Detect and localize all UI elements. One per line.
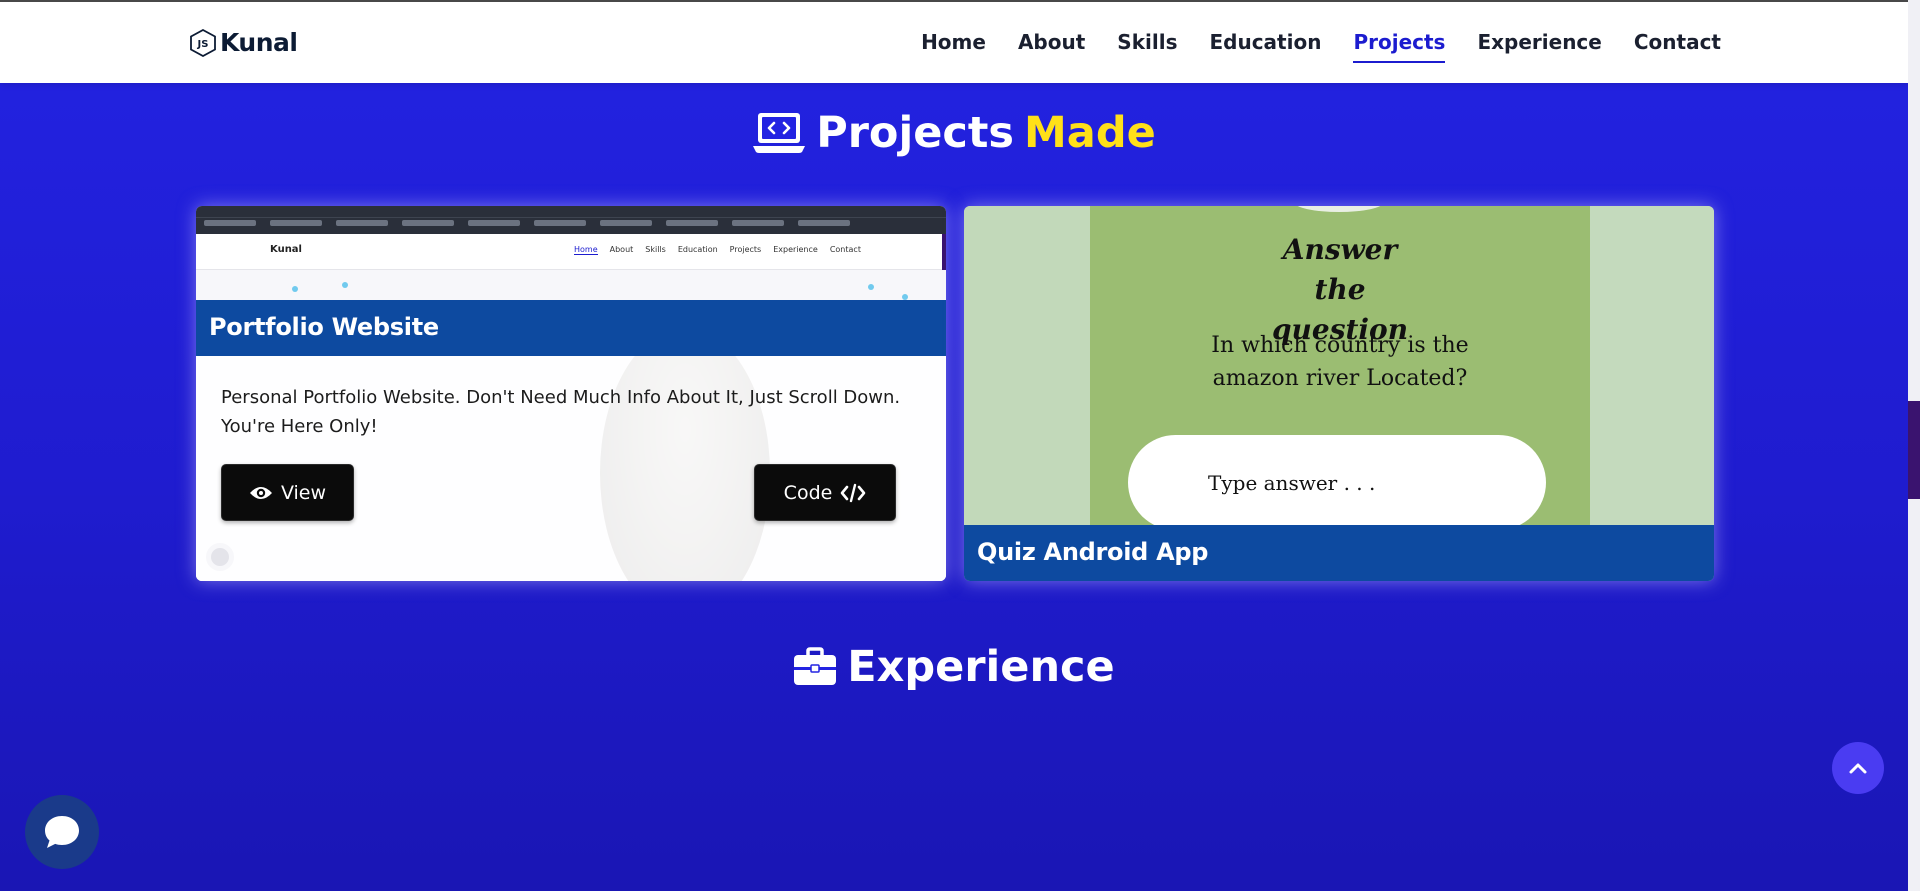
view-button[interactable]: View [221, 464, 354, 521]
project-description: Personal Portfolio Website. Don't Need M… [221, 387, 901, 437]
quiz-preview-question: In which country is the amazon river Loc… [1090, 329, 1590, 395]
chevron-up-icon [1849, 763, 1867, 774]
site-header: JS Kunal Home About Skills Education Pro… [0, 2, 1908, 83]
projects-heading: Projects Made [0, 108, 1908, 158]
preview-circle [206, 543, 234, 571]
preview-nav-skills: Skills [645, 245, 666, 254]
code-button-label: Code [783, 481, 833, 504]
briefcase-icon [794, 647, 837, 685]
scrollbar-thumb[interactable] [1908, 401, 1920, 499]
quiz-preview-right-panel [1590, 206, 1714, 525]
projects-title-accent: Made [1024, 108, 1156, 158]
brand-logo[interactable]: JS Kunal [190, 28, 298, 57]
svg-text:JS: JS [197, 39, 209, 50]
code-icon [841, 483, 866, 502]
nav-about[interactable]: About [1018, 30, 1085, 63]
quiz-preview-left-panel [964, 206, 1090, 525]
preview-nav-links: Home About Skills Education Projects Exp… [574, 245, 861, 255]
preview-nav-experience: Experience [773, 245, 818, 254]
view-button-label: View [280, 481, 327, 504]
preview-nav-contact: Contact [829, 245, 861, 254]
preview-nav-about: About [609, 245, 634, 254]
preview-brand: Kunal [270, 244, 302, 255]
preview-site-nav: Kunal Home About Skills Education Projec… [196, 234, 946, 270]
preview-nav-education: Education [677, 245, 718, 254]
chat-widget-button[interactable] [25, 795, 99, 869]
code-button[interactable]: Code [754, 464, 896, 521]
preview-nav-projects: Projects [729, 245, 762, 254]
nav-projects[interactable]: Projects [1353, 30, 1446, 63]
project-card-portfolio[interactable]: Kunal Home About Skills Education Projec… [196, 206, 946, 581]
projects-title-main: Projects [816, 108, 1015, 158]
chat-bubble-icon [45, 816, 79, 848]
project-card-quiz[interactable]: Answer the question In which country is … [964, 206, 1714, 581]
scroll-to-top-button[interactable] [1832, 742, 1884, 794]
quiz-question-text: In which country is the amazon river Loc… [1211, 333, 1469, 391]
preview-nav-home: Home [574, 245, 598, 255]
nav-skills[interactable]: Skills [1117, 30, 1177, 63]
nav-experience[interactable]: Experience [1477, 30, 1601, 63]
project-title: Portfolio Website [196, 300, 946, 356]
nav-education[interactable]: Education [1209, 30, 1321, 63]
brand-name: Kunal [220, 28, 298, 57]
js-hexagon-icon: JS [190, 28, 216, 57]
eye-icon [249, 486, 272, 499]
main-nav: Home About Skills Education Projects Exp… [921, 30, 1721, 63]
quiz-preview-input: Type answer . . . [1128, 435, 1546, 530]
page-scrollbar[interactable] [1908, 0, 1920, 891]
laptop-code-icon [753, 113, 806, 153]
nav-home[interactable]: Home [921, 30, 986, 63]
nav-contact[interactable]: Contact [1634, 30, 1721, 63]
project-title: Quiz Android App [964, 525, 1714, 581]
experience-title: Experience [847, 642, 1115, 692]
preview-browser-bar [196, 206, 946, 234]
experience-heading: Experience [0, 642, 1908, 692]
